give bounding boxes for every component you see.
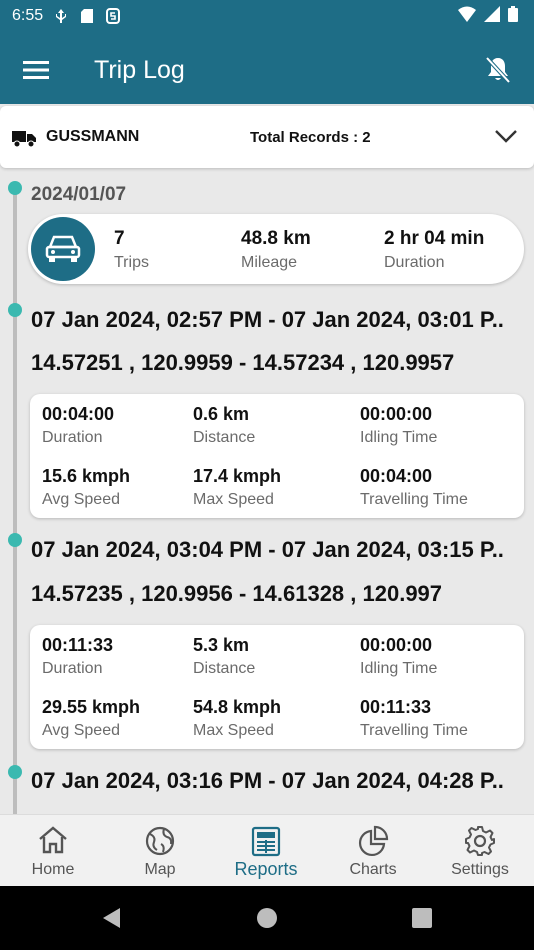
travelling-value: 00:04:00 (360, 466, 433, 486)
nav-charts-label: Charts (349, 861, 397, 878)
trips-label: Trips (114, 254, 149, 271)
distance-value: 5.3 km (193, 635, 250, 655)
total-records: Total Records : 2 (250, 129, 371, 146)
distance-cell: 5.3 km Distance (193, 635, 255, 678)
app-bar: Trip Log (0, 48, 534, 92)
nav-home[interactable]: Home (0, 815, 106, 887)
avg-speed-value: 15.6 kmph (42, 466, 131, 486)
duration-value: 00:11:33 (42, 635, 114, 655)
duration-value: 2 hr 04 min (384, 228, 485, 249)
trips-value: 7 (114, 228, 125, 249)
nav-charts[interactable]: Charts (320, 815, 426, 887)
recents-icon[interactable] (410, 906, 434, 930)
menu-icon[interactable] (20, 54, 52, 86)
trips-stat: 7 Trips (114, 228, 149, 272)
avg-speed-value: 29.55 kmph (42, 697, 141, 717)
back-icon[interactable] (100, 906, 124, 930)
avg-speed-label: Avg Speed (42, 491, 120, 508)
avg-speed-cell: 15.6 kmph Avg Speed (42, 466, 130, 509)
app-header: 6:55 Trip Log (0, 0, 534, 104)
distance-cell: 0.6 km Distance (193, 404, 255, 447)
wifi-icon (458, 6, 476, 22)
vehicle-name: GUSSMANN (46, 128, 140, 145)
timeline-dot (8, 181, 22, 195)
timeline-dot (8, 303, 22, 317)
nav-home-label: Home (31, 861, 75, 878)
max-speed-label: Max Speed (193, 491, 274, 508)
idling-cell: 00:00:00 Idling Time (360, 404, 437, 447)
car-icon (31, 217, 95, 281)
sd-card-icon (79, 8, 95, 24)
duration-stat: 2 hr 04 min Duration (384, 228, 484, 272)
nav-reports-label: Reports (234, 859, 298, 879)
idling-label: Idling Time (360, 660, 438, 677)
mileage-value: 48.8 km (241, 228, 311, 249)
mileage-label: Mileage (241, 254, 298, 271)
duration-value: 00:04:00 (42, 404, 115, 424)
day-date: 2024/01/07 (31, 184, 127, 205)
status-bar: 6:55 (12, 6, 121, 26)
distance-label: Distance (193, 660, 256, 677)
home-circle-icon[interactable] (255, 906, 279, 930)
trip-detail-card: 00:04:00 Duration 0.6 km Distance 00:00:… (30, 394, 524, 518)
mileage-stat: 48.8 km Mileage (241, 228, 311, 272)
home-icon (39, 826, 67, 854)
usb-icon (53, 8, 69, 24)
day-summary-card: 7 Trips 48.8 km Mileage 2 hr 04 min Dura… (28, 214, 524, 284)
duration-label: Duration (42, 429, 103, 446)
travelling-value: 00:11:33 (360, 697, 432, 717)
page-title: Trip Log (94, 56, 185, 84)
travelling-cell: 00:04:00 Travelling Time (360, 466, 468, 509)
travelling-label: Travelling Time (360, 722, 468, 739)
nav-reports[interactable]: Reports (213, 815, 319, 887)
battery-icon (508, 6, 518, 22)
duration-cell: 00:04:00 Duration (42, 404, 114, 447)
max-speed-cell: 54.8 kmph Max Speed (193, 697, 281, 740)
distance-value: 0.6 km (193, 404, 250, 424)
max-speed-value: 17.4 kmph (193, 466, 282, 486)
trip-detail-card: 00:11:33 Duration 5.3 km Distance 00:00:… (30, 625, 524, 749)
bottom-nav: Home Map Reports Charts Settings (0, 814, 534, 886)
idling-value: 00:00:00 (360, 635, 433, 655)
app-s-icon (105, 8, 121, 24)
duration-label: Duration (384, 254, 445, 271)
avg-speed-cell: 29.55 kmph Avg Speed (42, 697, 140, 740)
duration-cell: 00:11:33 Duration (42, 635, 113, 678)
globe-icon (145, 826, 175, 856)
travelling-label: Travelling Time (360, 491, 468, 508)
idling-value: 00:00:00 (360, 404, 433, 424)
nav-map[interactable]: Map (107, 815, 213, 887)
trip-coords: 14.57235 , 120.9956 - 14.61328 , 120.997 (31, 581, 443, 606)
max-speed-cell: 17.4 kmph Max Speed (193, 466, 281, 509)
reports-icon (251, 826, 281, 857)
trip-time-range[interactable]: 07 Jan 2024, 03:04 PM - 07 Jan 2024, 03:… (31, 537, 523, 563)
max-speed-label: Max Speed (193, 722, 274, 739)
status-time: 6:55 (12, 7, 44, 24)
trip-time-range[interactable]: 07 Jan 2024, 02:57 PM - 07 Jan 2024, 03:… (31, 307, 523, 333)
timeline-dot (8, 765, 22, 779)
travelling-cell: 00:11:33 Travelling Time (360, 697, 468, 740)
timeline-dot (8, 533, 22, 547)
trip-time-range[interactable]: 07 Jan 2024, 03:16 PM - 07 Jan 2024, 04:… (31, 768, 523, 794)
status-icons (458, 6, 518, 22)
trip-coords: 14.57251 , 120.9959 - 14.57234 , 120.995… (31, 350, 455, 375)
max-speed-value: 54.8 kmph (193, 697, 282, 717)
duration-label: Duration (42, 660, 103, 677)
avg-speed-label: Avg Speed (42, 722, 120, 739)
chevron-down-icon[interactable] (492, 122, 520, 150)
nav-settings-label: Settings (451, 861, 509, 878)
idling-cell: 00:00:00 Idling Time (360, 635, 437, 678)
gear-icon (465, 826, 495, 856)
idling-label: Idling Time (360, 429, 438, 446)
vehicle-selector[interactable]: GUSSMANN Total Records : 2 (0, 106, 534, 168)
truck-icon (12, 131, 36, 148)
bell-off-icon[interactable] (480, 52, 516, 88)
nav-map-label: Map (144, 861, 176, 878)
timeline-line (13, 188, 17, 814)
pie-chart-icon (358, 825, 389, 857)
system-nav-bar (0, 886, 534, 950)
nav-settings[interactable]: Settings (427, 815, 533, 887)
signal-icon (484, 6, 500, 22)
distance-label: Distance (193, 429, 256, 446)
